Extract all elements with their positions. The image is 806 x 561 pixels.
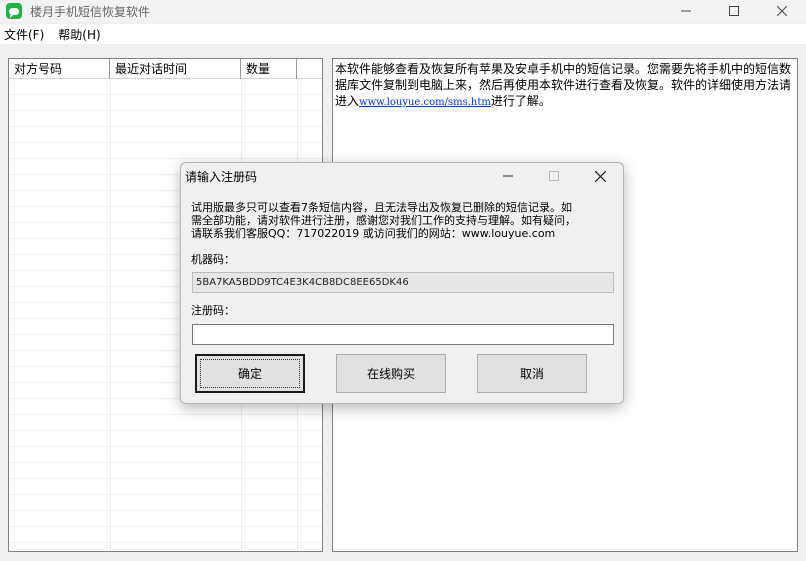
chat-bubble-icon: [6, 3, 22, 19]
register-dialog: 请输入注册码 试用版最多只可以查看7条短信内容，且无法导出及恢复已删除的短信记录…: [180, 162, 624, 404]
dialog-message-line: 需全部功能，请对软件进行注册，感谢您对我们工作的支持与理解。如有疑问，: [191, 214, 576, 227]
minimize-icon: [681, 10, 691, 12]
reg-code-input[interactable]: [192, 324, 614, 345]
machine-code-label: 机器码：: [191, 253, 235, 266]
machine-code-field[interactable]: 5BA7KA5BDD9TC4E3K4CB8DC8EE65DK46: [192, 272, 614, 293]
close-icon: [594, 170, 606, 182]
cancel-button[interactable]: 取消: [477, 354, 587, 393]
minimize-button[interactable]: [662, 0, 710, 22]
column-count[interactable]: 数量: [241, 59, 297, 79]
list-header: 对方号码 最近对话时间 数量: [9, 59, 322, 79]
menu-file[interactable]: 文件(F): [0, 26, 48, 43]
menu-help[interactable]: 帮助(H): [54, 26, 104, 43]
close-button[interactable]: [758, 0, 806, 22]
column-contact-number[interactable]: 对方号码: [9, 59, 110, 79]
info-link[interactable]: www.louyue.com/sms.htm: [359, 97, 491, 108]
ok-button[interactable]: 确定: [195, 354, 305, 393]
app-titlebar: 楼月手机短信恢复软件: [0, 0, 806, 22]
dialog-titlebar: 请输入注册码: [181, 163, 623, 189]
close-icon: [777, 6, 787, 16]
dialog-controls: [485, 163, 623, 189]
dialog-message: 试用版最多只可以查看7条短信内容，且无法导出及恢复已删除的短信记录。如 需全部功…: [191, 201, 616, 240]
maximize-button[interactable]: [710, 0, 758, 22]
minimize-icon: [503, 175, 513, 177]
grid-line: [110, 79, 111, 551]
reg-code-label: 注册码：: [191, 304, 235, 317]
menu-bar: 文件(F) 帮助(H): [0, 24, 806, 44]
maximize-icon: [729, 6, 739, 16]
dialog-minimize-button[interactable]: [485, 163, 531, 189]
buy-online-button[interactable]: 在线购买: [336, 354, 446, 393]
dialog-close-button[interactable]: [577, 163, 623, 189]
dialog-title: 请输入注册码: [185, 170, 258, 184]
dialog-message-line: 试用版最多只可以查看7条短信内容，且无法导出及恢复已删除的短信记录。如: [191, 201, 572, 214]
dialog-maximize-button: [531, 163, 577, 189]
maximize-icon: [549, 171, 559, 181]
dialog-message-line: 请联系我们客服QQ：717022019 或访问我们的网站：www.louyue.…: [191, 227, 556, 240]
info-text-end: 进行了解。: [490, 94, 551, 108]
column-last-time[interactable]: 最近对话时间: [110, 59, 241, 79]
window-controls: [662, 0, 806, 22]
app-title: 楼月手机短信恢复软件: [30, 4, 151, 19]
